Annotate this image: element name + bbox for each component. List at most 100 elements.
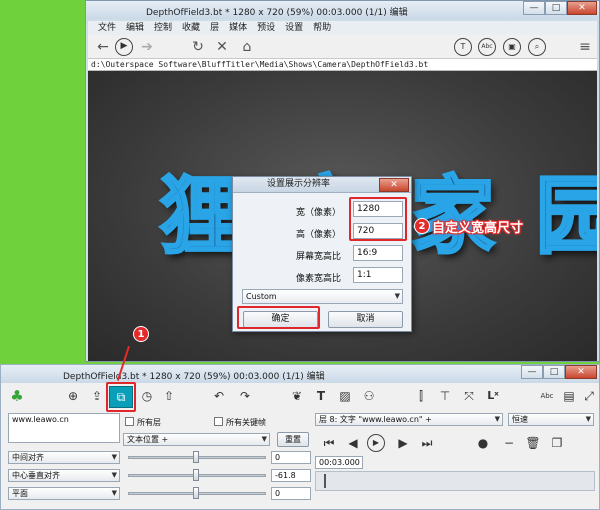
main-titlebar[interactable]: DepthOfField3.bt * 1280 x 720 (59%) 00:0… [86, 1, 599, 19]
time-input[interactable]: 00:03.000 [315, 456, 363, 469]
plane-value: 平面 [12, 489, 28, 498]
export-icon[interactable]: ⇧ [161, 388, 177, 404]
undo-icon[interactable]: ↶ [211, 388, 227, 404]
abc-icon[interactable]: Abc [539, 388, 555, 404]
forward-icon[interactable]: ➔ [138, 38, 156, 56]
menu-item-5[interactable]: 媒体 [229, 21, 247, 35]
panel-titlebar[interactable]: DepthOfField3.bt * 1280 x 720 (59%) 00:0… [1, 365, 599, 383]
step-2-note: 自定义宽高尺寸 [432, 221, 524, 236]
text-position-value: 文本位置 + [127, 435, 169, 444]
vertical-align-select[interactable]: 中心垂直对齐 ▼ [8, 469, 120, 482]
cancel-button[interactable]: 取消 [328, 311, 403, 328]
hamburger-menu-icon[interactable]: ≡ [576, 38, 594, 56]
expand-icon[interactable]: ⤢ [581, 388, 597, 404]
text-position-select[interactable]: 文本位置 + ▼ [123, 433, 270, 446]
speed-select-value: 恒速 [512, 415, 528, 424]
horizontal-align-value: 中间对齐 [12, 453, 44, 462]
text-content-box[interactable]: www.leawo.cn [8, 413, 120, 443]
resolution-button-highlight [106, 382, 136, 412]
slider-y-thumb[interactable] [193, 469, 199, 481]
all-layers-checkbox[interactable] [125, 417, 134, 426]
play-icon[interactable]: ▶ [115, 38, 133, 56]
menu-item-6[interactable]: 预设 [257, 21, 275, 35]
slider-x-thumb[interactable] [193, 451, 199, 463]
paint-icon[interactable]: ❦ [289, 388, 305, 404]
plane-select[interactable]: 平面 ▼ [8, 487, 120, 500]
panel-close-button[interactable]: ✕ [565, 365, 597, 379]
layer-select-value: 层 8: 文字 "www.leawo.cn" + [319, 415, 432, 424]
reset-button[interactable]: 重置 [277, 432, 309, 447]
open-folder-icon[interactable]: ⇪ [89, 388, 105, 404]
center-icon[interactable]: ⊤ [437, 388, 453, 404]
record-icon[interactable]: ● [475, 435, 491, 451]
pixel-aspect-label: 像素宽高比 [295, 274, 341, 284]
menu-item-8[interactable]: 帮助 [313, 21, 331, 35]
chevron-down-icon: ▼ [111, 489, 117, 497]
skip-start-icon[interactable]: ⏮ [321, 435, 337, 451]
all-keyframes-checkbox[interactable] [214, 417, 223, 426]
delete-icon[interactable]: 🗑 [525, 435, 541, 451]
resolution-preset-select[interactable]: Custom ▼ [242, 289, 403, 304]
align-left-icon[interactable]: ⫿ [413, 388, 429, 404]
panel-play-icon[interactable]: ▶ [367, 434, 385, 452]
picture-icon[interactable]: ▨ [337, 388, 353, 404]
all-layers-label: 所有层 [137, 418, 161, 427]
prev-frame-icon[interactable]: ◀ [345, 435, 361, 451]
transform-icon[interactable]: ⤧ [461, 388, 477, 404]
refresh-icon[interactable]: ↻ [189, 38, 207, 56]
title-text-icon[interactable]: T [454, 38, 472, 56]
timeline-cursor[interactable] [324, 474, 326, 488]
menu-item-1[interactable]: 编辑 [126, 21, 144, 35]
frog-logo-icon: ♣ [10, 387, 24, 405]
main-toolbar: ← ▶ ➔ ↻ ✕ ⌂ T Abc ▣ ⌕ ≡ [88, 35, 597, 59]
slider-z-thumb[interactable] [193, 487, 199, 499]
chevron-down-icon: ▼ [494, 415, 500, 423]
next-frame-icon[interactable]: ▶ [395, 435, 411, 451]
file-path-bar[interactable]: d:\Outerspace Software\BluffTitler\Media… [88, 59, 597, 71]
chevron-down-icon: ▼ [394, 292, 400, 300]
horizontal-align-select[interactable]: 中间对齐 ▼ [8, 451, 120, 464]
add-icon[interactable]: ⊕ [65, 388, 81, 404]
redo-icon[interactable]: ↷ [237, 388, 253, 404]
lx-icon[interactable]: Lˣ [485, 388, 501, 404]
preset-value: Custom [246, 292, 277, 301]
menu-item-7[interactable]: 设置 [285, 21, 303, 35]
menu-item-3[interactable]: 收藏 [182, 21, 200, 35]
stop-icon[interactable]: ✕ [213, 38, 231, 56]
menu-item-2[interactable]: 控制 [154, 21, 172, 35]
value-x-input[interactable]: 0 [271, 451, 311, 464]
abc-text-icon[interactable]: Abc [478, 38, 496, 56]
minimize-button[interactable]: — [523, 1, 545, 15]
layer-select[interactable]: 层 8: 文字 "www.leawo.cn" + ▼ [315, 413, 503, 426]
camera-icon[interactable]: ⌕ [528, 38, 546, 56]
minus-icon[interactable]: − [501, 435, 517, 451]
image-icon[interactable]: ▣ [503, 38, 521, 56]
menu-item-4[interactable]: 层 [210, 21, 219, 35]
value-y-input[interactable]: -61.8 [271, 469, 311, 482]
panel-minimize-button[interactable]: — [521, 365, 543, 379]
value-z-input[interactable]: 0 [271, 487, 311, 500]
text-tool-icon[interactable]: T [313, 388, 329, 404]
timeline-track[interactable] [315, 471, 595, 491]
shapes-icon[interactable]: ⚇ [361, 388, 377, 404]
speed-select[interactable]: 恒速 ▼ [508, 413, 594, 426]
height-label: 高（像素） [295, 230, 341, 240]
home-icon[interactable]: ⌂ [238, 38, 256, 56]
aspect-label: 屏幕宽高比 [295, 252, 341, 262]
chevron-down-icon: ▼ [261, 435, 267, 443]
clock-icon[interactable]: ◷ [139, 388, 155, 404]
skip-end-icon[interactable]: ⏭ [419, 435, 435, 451]
control-panel-window: DepthOfField3.bt * 1280 x 720 (59%) 00:0… [0, 364, 600, 510]
size-highlight-box [349, 197, 407, 241]
menu-item-0[interactable]: 文件 [98, 21, 116, 35]
pixel-aspect-input[interactable]: 1:1 [353, 267, 403, 283]
panel-maximize-button[interactable]: □ [543, 365, 565, 379]
dialog-close-button[interactable]: ✕ [379, 178, 409, 192]
maximize-button[interactable]: □ [545, 1, 567, 15]
copy-icon[interactable]: ❐ [549, 435, 565, 451]
panel-window-title: DepthOfField3.bt * 1280 x 720 (59%) 00:0… [63, 372, 325, 382]
close-button[interactable]: ✕ [567, 1, 597, 15]
aspect-input[interactable]: 16:9 [353, 245, 403, 261]
media-icon[interactable]: ▤ [561, 388, 577, 404]
back-icon[interactable]: ← [94, 38, 112, 56]
